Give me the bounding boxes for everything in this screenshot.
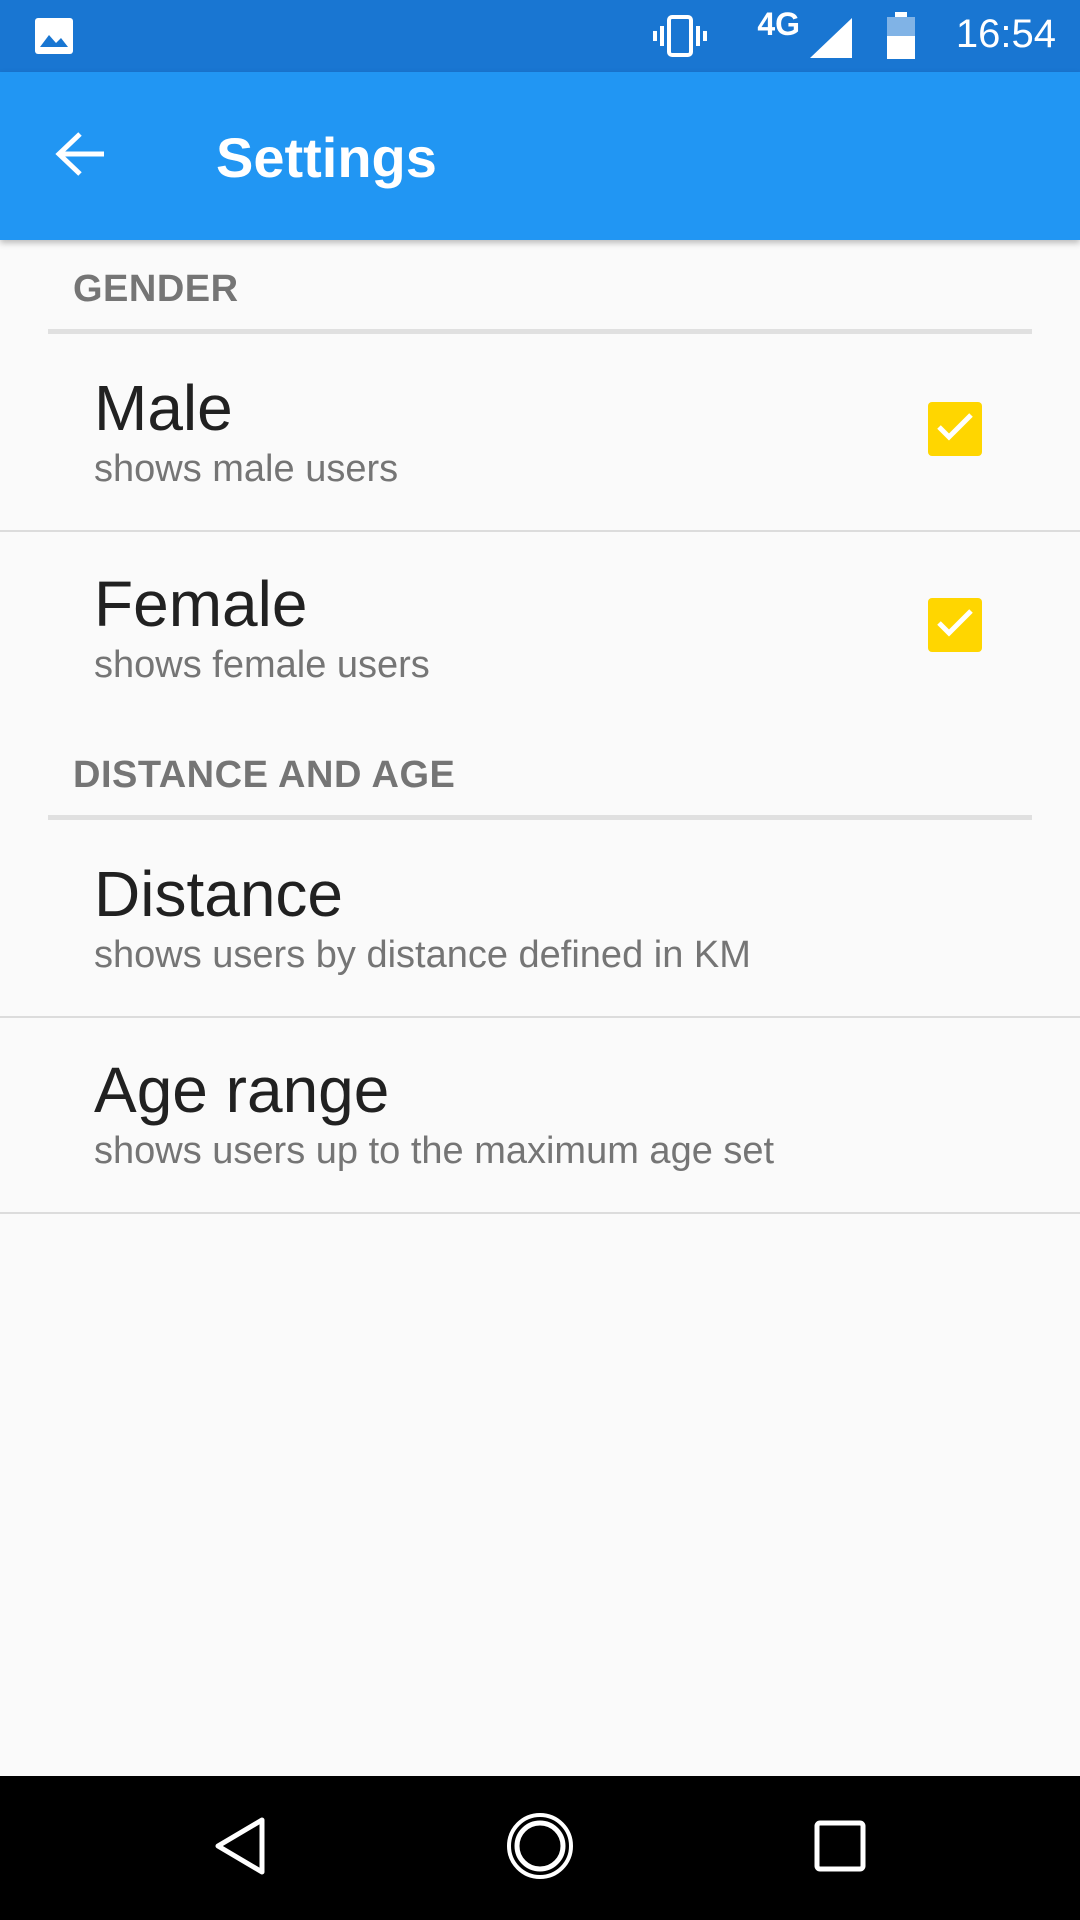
nav-back-button[interactable] bbox=[200, 1808, 280, 1888]
pref-title: Female bbox=[94, 568, 308, 640]
section-title: DISTANCE AND AGE bbox=[73, 754, 456, 796]
pref-female[interactable]: Female shows female users bbox=[0, 532, 1080, 726]
pref-male[interactable]: Male shows male users bbox=[0, 336, 1080, 532]
back-button[interactable] bbox=[40, 116, 120, 196]
vibrate-icon bbox=[652, 14, 708, 58]
triangle-back-icon bbox=[212, 1816, 268, 1881]
network-type: 4G bbox=[757, 6, 800, 42]
app-bar: Settings bbox=[0, 72, 1080, 240]
nav-recents-button[interactable] bbox=[800, 1808, 880, 1888]
pref-summary: shows male users bbox=[94, 448, 399, 490]
image-icon bbox=[34, 17, 74, 55]
signal-icon bbox=[808, 16, 854, 60]
page-title: Settings bbox=[216, 126, 437, 189]
pref-summary: shows users up to the maximum age set bbox=[94, 1130, 775, 1172]
section-header-gender: GENDER bbox=[0, 240, 1080, 336]
pref-distance[interactable]: Distance shows users by distance defined… bbox=[0, 822, 1080, 1018]
male-checkbox[interactable] bbox=[928, 402, 982, 456]
section-divider bbox=[48, 329, 1032, 334]
settings-screen: 4G 16:54 Settings GENDER Male shows male… bbox=[0, 0, 1080, 1920]
female-checkbox[interactable] bbox=[928, 598, 982, 652]
clock: 16:54 bbox=[955, 12, 1056, 56]
pref-summary: shows users by distance defined in KM bbox=[94, 934, 751, 976]
check-icon bbox=[935, 411, 975, 448]
battery-icon bbox=[884, 12, 918, 60]
section-title: GENDER bbox=[73, 268, 239, 310]
section-header-distance-age: DISTANCE AND AGE bbox=[0, 726, 1080, 822]
arrow-back-icon bbox=[54, 130, 106, 183]
section-divider bbox=[48, 815, 1032, 820]
circle-home-icon bbox=[505, 1811, 575, 1886]
check-icon bbox=[935, 607, 975, 644]
pref-title: Male bbox=[94, 372, 233, 444]
pref-age-range[interactable]: Age range shows users up to the maximum … bbox=[0, 1018, 1080, 1214]
settings-list: GENDER Male shows male users Female show… bbox=[0, 240, 1080, 1214]
square-recents-icon bbox=[813, 1819, 867, 1878]
status-bar: 4G 16:54 bbox=[0, 0, 1080, 72]
pref-title: Age range bbox=[94, 1054, 390, 1126]
navigation-bar bbox=[0, 1776, 1080, 1920]
nav-home-button[interactable] bbox=[500, 1808, 580, 1888]
pref-summary: shows female users bbox=[94, 644, 430, 686]
pref-title: Distance bbox=[94, 858, 343, 930]
